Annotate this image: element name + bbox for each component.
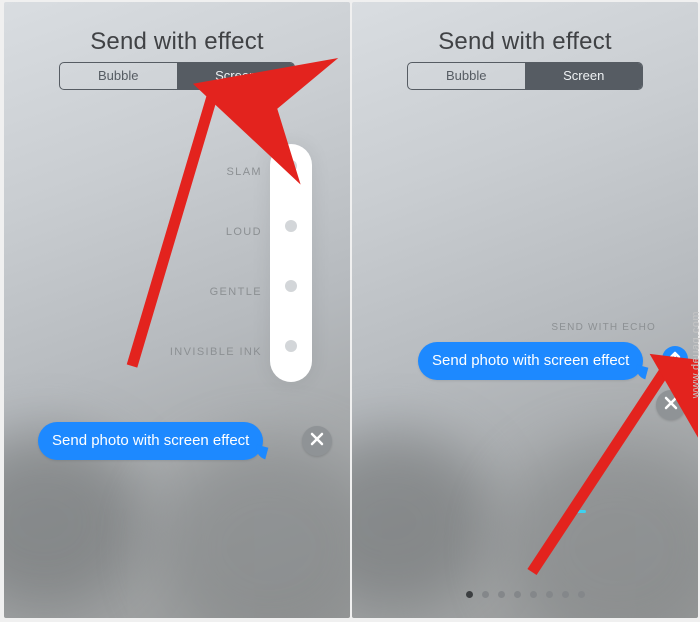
page-dot[interactable] bbox=[546, 591, 553, 598]
annotation-arrow bbox=[92, 76, 252, 381]
title-strong: effect bbox=[204, 28, 263, 55]
screenshot-left: Send with effect Bubble Screen SLAM LOUD… bbox=[4, 2, 350, 618]
effect-dot-gentle[interactable] bbox=[285, 280, 297, 292]
title-strong: effect bbox=[552, 28, 611, 55]
page-dot[interactable] bbox=[498, 591, 505, 598]
screen-effect-name: SEND WITH ECHO bbox=[551, 322, 656, 333]
message-text: Send photo with screen effect bbox=[52, 432, 249, 449]
effect-mode-segmented[interactable]: Bubble Screen bbox=[407, 62, 643, 90]
title-pre: Send with bbox=[438, 28, 552, 55]
close-button[interactable] bbox=[302, 426, 332, 456]
page-dot[interactable] bbox=[578, 591, 585, 598]
effect-dot-slam[interactable] bbox=[285, 160, 297, 172]
tab-bubble[interactable]: Bubble bbox=[408, 63, 525, 89]
page-dot[interactable] bbox=[562, 591, 569, 598]
page-title: Send with effect bbox=[352, 28, 698, 56]
effect-selector[interactable] bbox=[270, 144, 312, 382]
page-title: Send with effect bbox=[4, 28, 350, 56]
page-dot[interactable] bbox=[530, 591, 537, 598]
title-pre: Send with bbox=[90, 28, 204, 55]
page-dot[interactable] bbox=[466, 591, 473, 598]
effect-dot-invisible-ink[interactable] bbox=[285, 340, 297, 352]
page-dot[interactable] bbox=[514, 591, 521, 598]
page-indicator[interactable] bbox=[352, 591, 698, 598]
tab-screen[interactable]: Screen bbox=[525, 63, 643, 89]
effect-dot-loud[interactable] bbox=[285, 220, 297, 232]
close-icon bbox=[310, 432, 324, 451]
watermark: www.deuaq.com bbox=[690, 311, 700, 398]
annotation-arrow bbox=[502, 342, 698, 587]
message-bubble: Send photo with screen effect bbox=[38, 422, 263, 460]
page-dot[interactable] bbox=[482, 591, 489, 598]
screenshot-right: Send with effect Bubble Screen SEND WITH… bbox=[352, 2, 698, 618]
